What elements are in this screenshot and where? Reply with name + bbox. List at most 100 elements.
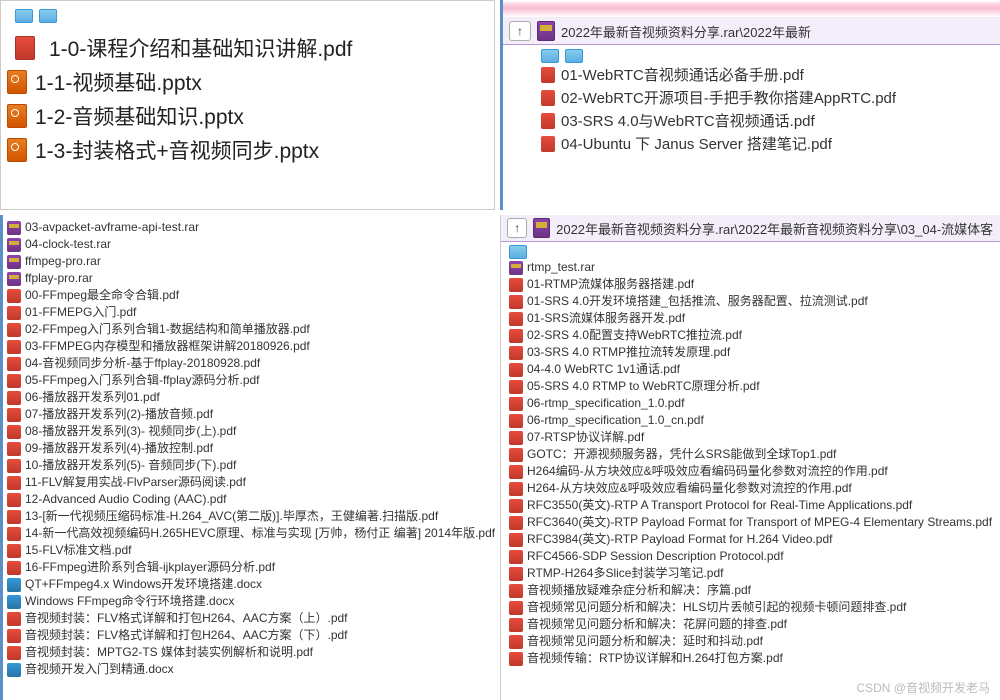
folder-row[interactable] [1,1,494,25]
file-row[interactable]: 1-3-封装格式+音视频同步.pptx [1,133,494,167]
file-name: 15-FLV标准文档.pdf [25,542,131,559]
folder-icon [15,9,33,23]
file-row[interactable]: RFC3550(英文)-RTP A Transport Protocol for… [501,497,1000,514]
file-row[interactable]: RFC4566-SDP Session Description Protocol… [501,548,1000,565]
file-row[interactable]: 音视频常见问题分析和解决：花屏问题的排查.pdf [501,616,1000,633]
panel-top-left: 1-0-课程介绍和基础知识讲解.pdf1-1-视频基础.pptx1-2-音频基础… [0,0,495,210]
file-row[interactable]: 15-FLV标准文档.pdf [3,542,495,559]
pdf-icon [509,516,523,530]
pdf-icon [7,612,21,626]
file-row[interactable]: 04-4.0 WebRTC 1v1通话.pdf [501,361,1000,378]
file-name: 01-SRS流媒体服务器开发.pdf [527,310,685,327]
rar-icon [533,218,550,238]
file-name: 06-rtmp_specification_1.0.pdf [527,395,684,412]
up-directory-button[interactable] [507,218,527,238]
file-row[interactable]: 05-SRS 4.0 RTMP to WebRTC原理分析.pdf [501,378,1000,395]
pdf-icon [509,499,523,513]
file-row[interactable]: 14-新一代高效视频编码H.265HEVC原理、标准与实现 [万帅，杨付正 编著… [3,525,495,542]
file-row[interactable]: 06-rtmp_specification_1.0.pdf [501,395,1000,412]
file-row[interactable]: RFC3640(英文)-RTP Payload Format for Trans… [501,514,1000,531]
rar-icon [537,21,555,41]
file-name: 音视频常见问题分析和解决：HLS切片丢帧引起的视频卡顿问题排查.pdf [527,599,906,616]
file-row[interactable]: GOTC：开源视频服务器，凭什么SRS能做到全球Top1.pdf [501,446,1000,463]
file-row[interactable]: 03-FFMPEG内存模型和播放器框架讲解20180926.pdf [3,338,495,355]
file-row[interactable]: 1-2-音频基础知识.pptx [1,99,494,133]
file-name: 音视频开发入门到精通.docx [25,661,174,678]
file-row[interactable]: 01-SRS 4.0开发环境搭建_包括推流、服务器配置、拉流测试.pdf [501,293,1000,310]
file-row[interactable]: 07-播放器开发系列(2)-播放音频.pdf [3,406,495,423]
file-name: 音视频常见问题分析和解决：延时和抖动.pdf [527,633,763,650]
pdf-icon [509,278,523,292]
panel-bottom-right: 2022年最新音视频资料分享.rar\2022年最新音视频资料分享\03_04-… [500,215,1000,700]
file-row[interactable]: 13-[新一代视频压缩码标准-H.264_AVC(第二版)].毕厚杰，王健编著.… [3,508,495,525]
file-row[interactable]: 01-SRS流媒体服务器开发.pdf [501,310,1000,327]
file-row[interactable]: 06-播放器开发系列01.pdf [3,389,495,406]
file-row[interactable]: 音视频播放疑难杂症分析和解决：序篇.pdf [501,582,1000,599]
pdf-icon [7,408,21,422]
pdf-icon [509,380,523,394]
pdf-icon [509,312,523,326]
archive-path: 2022年最新音视频资料分享.rar\2022年最新音视频资料分享\03_04-… [556,219,994,238]
file-row[interactable]: 09-播放器开发系列(4)-播放控制.pdf [3,440,495,457]
pdf-icon [7,493,21,507]
file-name: ffmpeg-pro.rar [25,253,101,270]
file-row[interactable]: H264-从方块效应&呼吸效应看编码量化参数对流控的作用.pdf [501,480,1000,497]
file-row[interactable]: QT+FFmpeg4.x Windows开发环境搭建.docx [3,576,495,593]
file-row[interactable]: 04-clock-test.rar [3,236,495,253]
file-row[interactable]: 06-rtmp_specification_1.0_cn.pdf [501,412,1000,429]
file-row[interactable]: 音视频开发入门到精通.docx [3,661,495,678]
file-name: 03-avpacket-avframe-api-test.rar [25,219,199,236]
file-row[interactable]: 16-FFmpeg进阶系列合辑-ijkplayer源码分析.pdf [3,559,495,576]
file-row[interactable]: 1-1-视频基础.pptx [1,65,494,99]
file-row[interactable]: 01-FFMEPG入门.pdf [3,304,495,321]
file-row[interactable]: 04-音视频同步分析-基于ffplay-20180928.pdf [3,355,495,372]
file-row[interactable]: 音视频封装：FLV格式详解和打包H264、AAC方案（上）.pdf [3,610,495,627]
file-name: 04-Ubuntu 下 Janus Server 搭建笔记.pdf [561,133,832,154]
folder-icon [541,49,559,63]
file-row[interactable]: RTMP-H264多Slice封装学习笔记.pdf [501,565,1000,582]
file-row[interactable]: 07-RTSP协议详解.pdf [501,429,1000,446]
file-row[interactable]: 10-播放器开发系列(5)- 音频同步(下).pdf [3,457,495,474]
file-name: ffplay-pro.rar [25,270,93,287]
file-row[interactable]: 04-Ubuntu 下 Janus Server 搭建笔记.pdf [503,132,1000,155]
file-row[interactable]: 12-Advanced Audio Coding (AAC).pdf [3,491,495,508]
file-row[interactable]: 02-FFmpeg入门系列合辑1-数据结构和简单播放器.pdf [3,321,495,338]
file-row[interactable]: 01-WebRTC音视频通话必备手册.pdf [503,63,1000,86]
file-name: 00-FFmpeg最全命令合辑.pdf [25,287,179,304]
file-row[interactable]: 音视频封装：MPTG2-TS 媒体封装实例解析和说明.pdf [3,644,495,661]
file-row[interactable]: 音视频常见问题分析和解决：延时和抖动.pdf [501,633,1000,650]
file-row[interactable]: 02-WebRTC开源项目-手把手教你搭建AppRTC.pdf [503,86,1000,109]
file-row[interactable]: 03-avpacket-avframe-api-test.rar [3,219,495,236]
file-name: 16-FFmpeg进阶系列合辑-ijkplayer源码分析.pdf [25,559,275,576]
pptx-icon [7,104,27,128]
file-name: 1-2-音频基础知识.pptx [35,101,244,131]
file-row[interactable]: 音视频传输：RTP协议详解和H.264打包方案.pdf [501,650,1000,667]
file-row[interactable]: 02-SRS 4.0配置支持WebRTC推拉流.pdf [501,327,1000,344]
file-name: 01-SRS 4.0开发环境搭建_包括推流、服务器配置、拉流测试.pdf [527,293,868,310]
file-row[interactable]: 03-SRS 4.0 RTMP推拉流转发原理.pdf [501,344,1000,361]
file-name: RTMP-H264多Slice封装学习笔记.pdf [527,565,724,582]
file-name: 08-播放器开发系列(3)- 视频同步(上).pdf [25,423,236,440]
file-row[interactable]: 11-FLV解复用实战-FlvParser源码阅读.pdf [3,474,495,491]
file-row[interactable]: rtmp_test.rar [501,259,1000,276]
file-row[interactable]: 1-0-课程介绍和基础知识讲解.pdf [1,25,494,65]
file-row[interactable]: 08-播放器开发系列(3)- 视频同步(上).pdf [3,423,495,440]
file-row[interactable]: RFC3984(英文)-RTP Payload Format for H.264… [501,531,1000,548]
file-row[interactable]: Windows FFmpeg命令行环境搭建.docx [3,593,495,610]
file-row[interactable]: H264编码-从方块效应&呼吸效应看编码码量化参数对流控的作用.pdf [501,463,1000,480]
file-row[interactable]: 01-RTMP流媒体服务器搭建.pdf [501,276,1000,293]
file-row[interactable]: 00-FFmpeg最全命令合辑.pdf [3,287,495,304]
file-name: 07-RTSP协议详解.pdf [527,429,644,446]
file-row[interactable]: 05-FFmpeg入门系列合辑-ffplay源码分析.pdf [3,372,495,389]
file-row[interactable]: 03-SRS 4.0与WebRTC音视频通话.pdf [503,109,1000,132]
file-row[interactable]: ffplay-pro.rar [3,270,495,287]
file-name: 01-FFMEPG入门.pdf [25,304,136,321]
folder-icon [565,49,583,63]
panel-bottom-left: 03-avpacket-avframe-api-test.rar04-clock… [0,215,495,700]
up-directory-button[interactable] [509,21,531,41]
file-name: 03-SRS 4.0与WebRTC音视频通话.pdf [561,110,815,131]
file-row[interactable]: 音视频封装：FLV格式详解和打包H264、AAC方案（下）.pdf [3,627,495,644]
file-row[interactable]: ffmpeg-pro.rar [3,253,495,270]
pdf-icon [509,482,523,496]
file-row[interactable]: 音视频常见问题分析和解决：HLS切片丢帧引起的视频卡顿问题排查.pdf [501,599,1000,616]
